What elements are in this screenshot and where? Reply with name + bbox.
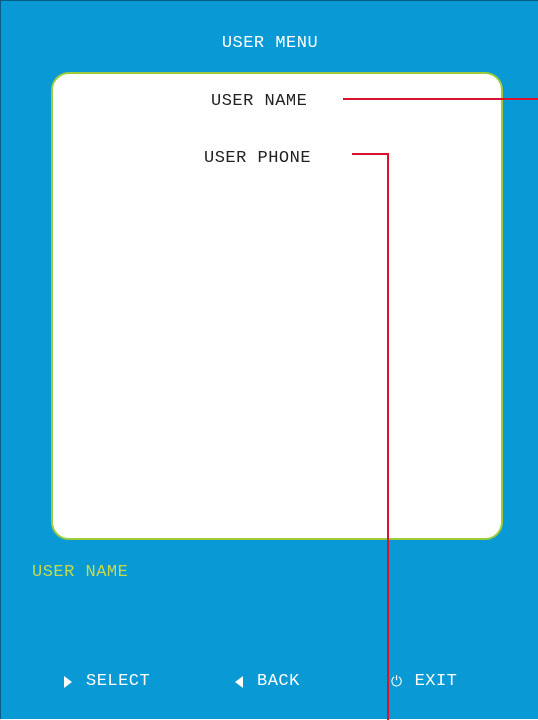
callout-line-user-name — [343, 98, 538, 100]
power-icon: ⏻ — [391, 673, 403, 690]
callout-line-user-phone-horizontal — [352, 153, 389, 155]
select-button-label: SELECT — [86, 672, 151, 691]
softkey-bar: SELECT BACK ⏻ EXIT — [1, 672, 538, 696]
back-button-label: BACK — [257, 672, 300, 691]
menu-item-user-phone[interactable]: USER PHONE — [204, 149, 311, 168]
device-screen: USER MENU USER NAME USER PHONE USER NAME… — [0, 0, 538, 720]
menu-panel: USER NAME USER PHONE — [51, 72, 503, 540]
triangle-right-icon — [64, 675, 72, 688]
selected-item-status: USER NAME — [32, 563, 129, 582]
callout-line-user-phone-vertical — [387, 153, 389, 720]
exit-button[interactable]: ⏻ EXIT — [391, 672, 457, 691]
back-button[interactable]: BACK — [235, 672, 300, 691]
page-title: USER MENU — [221, 34, 319, 53]
triangle-left-icon — [235, 675, 243, 688]
exit-button-label: EXIT — [414, 672, 458, 691]
menu-item-user-name[interactable]: USER NAME — [211, 92, 307, 111]
select-button[interactable]: SELECT — [64, 672, 150, 691]
